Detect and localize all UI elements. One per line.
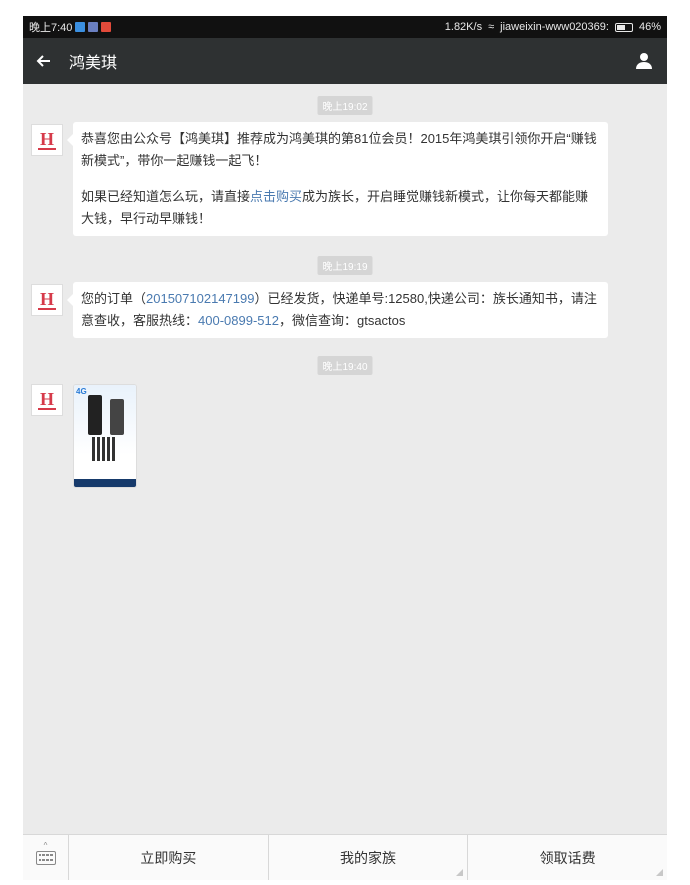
message-bubble[interactable]: 您的订单（201507102147199）已经发货，快递单号:12580,快递公… [67,282,608,338]
app-notification-icon [88,22,99,32]
battery-icon [614,22,633,32]
avatar-letter: H [39,388,54,409]
chat-title: 鸿美琪 [69,55,118,72]
person-icon[interactable] [621,38,667,84]
avatar[interactable]: H [31,124,63,156]
title-bar: 鸿美琪 [23,38,667,84]
message-text: 如果已经知道怎么玩，请直接点击购买成为族长，开启睡觉赚钱新模式，让你每天都能赚大… [81,189,589,226]
submenu-corner-icon [656,869,664,876]
keyboard-icon[interactable]: ^ [23,835,69,880]
message-timestamp: 晚上19:40 [317,356,373,375]
battery-level: 46% [638,21,661,33]
menu-buy-now[interactable]: 立即购买 [69,835,269,880]
menu-claim-credit[interactable]: 领取话费 [468,835,667,880]
phone-link[interactable]: 400-0899-512 [198,313,279,328]
phone-image [110,399,124,435]
bottom-menu-bar: ^ 立即购买 我的家族 领取话费 [23,834,667,880]
status-right: 1.82K/s ≈ jiaweixin-www020369: 46% [445,21,661,33]
image-footer [74,479,136,487]
order-number-link[interactable]: 201507102147199 [146,291,254,306]
status-left: 晚上7:40 [29,19,112,35]
message-timestamp: 晚上19:19 [317,256,373,275]
wifi-icon: ≈ [488,21,495,33]
menu-my-family[interactable]: 我的家族 [269,835,469,880]
image-content: 4G [74,385,136,461]
message-text: 恭喜您由公众号【鸿美琪】推荐成为鸿美琪的第81位会员！2015年鸿美琪引领你开启… [81,131,597,168]
notification-icon [75,22,86,32]
avatar[interactable]: H [31,284,63,316]
status-bar: 晚上7:40 1.82K/s ≈ jiaweixin-www020369: 46… [23,16,667,38]
message-list[interactable]: 晚上19:02 H 恭喜您由公众号【鸿美琪】推荐成为鸿美琪的第81位会员！201… [23,84,667,834]
mail-notification-icon [101,22,112,32]
image-badge: 4G [76,387,87,396]
network-speed: 1.82K/s [444,21,483,33]
app-window: 晚上7:40 1.82K/s ≈ jiaweixin-www020369: 46… [23,16,667,880]
qr-code-icon [92,437,116,461]
status-time: 晚上7:40 [29,22,73,34]
submenu-corner-icon [456,869,464,876]
avatar[interactable]: H [31,384,63,416]
message-bubble[interactable]: 恭喜您由公众号【鸿美琪】推荐成为鸿美琪的第81位会员！2015年鸿美琪引领你开启… [67,122,608,236]
status-account: jiaweixin-www020369: [500,21,609,33]
message-text: 您的订单（201507102147199）已经发货，快递单号:12580,快递公… [81,291,597,328]
back-arrow-icon[interactable] [23,38,63,84]
buy-link[interactable]: 点击购买 [250,189,302,204]
image-message[interactable]: 4G [73,384,137,488]
message-timestamp: 晚上19:02 [317,96,373,115]
avatar-letter: H [39,128,54,149]
avatar-letter: H [39,288,54,309]
phone-image [88,395,102,435]
